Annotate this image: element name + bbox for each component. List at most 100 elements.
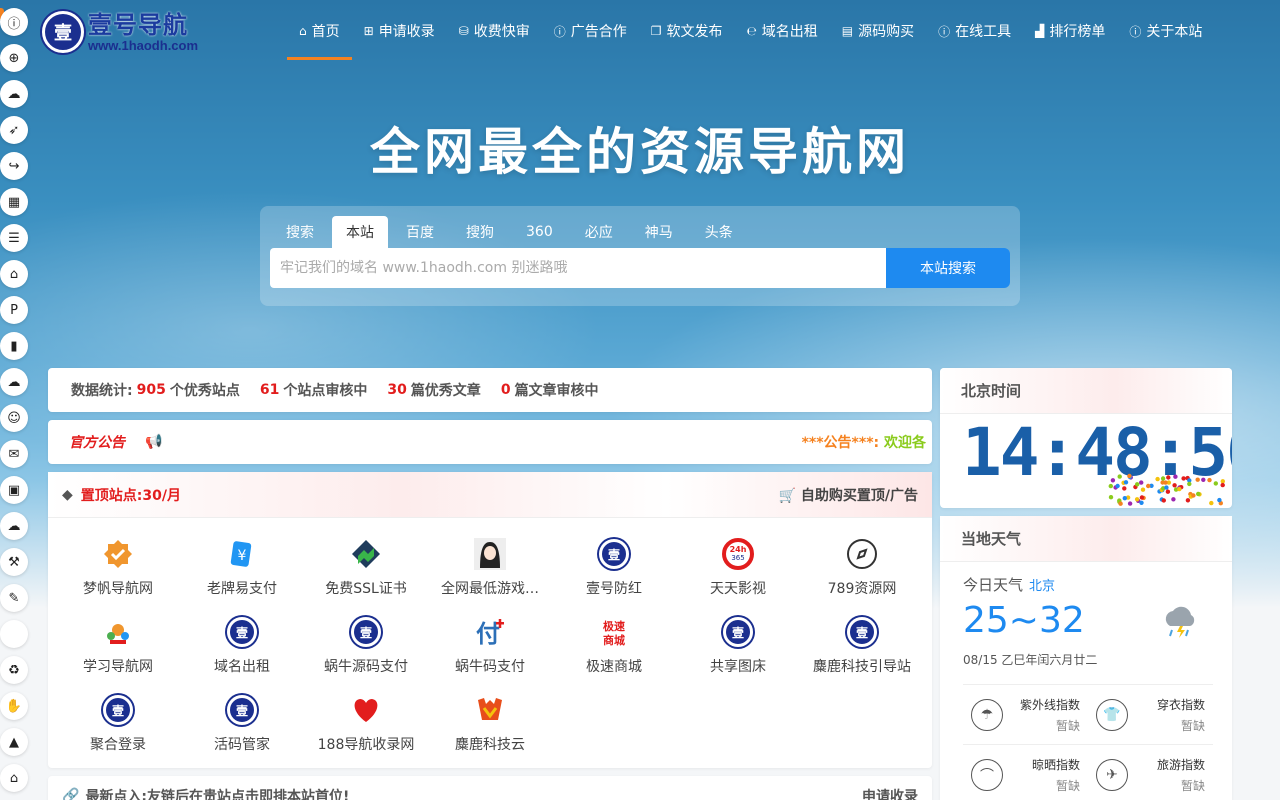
particle bbox=[1166, 490, 1170, 494]
site-item[interactable]: 极速商城极速商城 bbox=[552, 612, 676, 690]
weather-index: ☂紫外线指数暂缺 bbox=[963, 684, 1088, 744]
coins-icon: ⛁ bbox=[459, 24, 469, 38]
site-name: 麋鹿科技云 bbox=[455, 734, 525, 754]
clock-title: 北京时间 bbox=[940, 368, 1232, 414]
cloud-download-icon[interactable]: ☁ bbox=[0, 368, 28, 396]
site-logo[interactable]: 壹 壹号导航 www.1haodh.com bbox=[42, 11, 198, 53]
particle bbox=[1122, 486, 1126, 490]
nav-item-apply[interactable]: ⊞申请收录 bbox=[352, 0, 447, 62]
blank-icon[interactable] bbox=[0, 620, 28, 648]
weather-index-name: 紫外线指数 bbox=[1020, 696, 1080, 713]
bank-icon-2[interactable]: ⌂ bbox=[0, 764, 28, 792]
paypal-icon[interactable]: P bbox=[0, 296, 28, 324]
weather-index-text: 穿衣指数暂缺 bbox=[1157, 696, 1205, 734]
particle bbox=[1172, 483, 1176, 487]
self-buy-link[interactable]: 🛒 自助购买置顶/广告 bbox=[779, 485, 918, 505]
site-item[interactable]: 188导航收录网 bbox=[304, 690, 428, 768]
site-item[interactable]: 789资源网 bbox=[800, 534, 924, 612]
weather-index-value: 暂缺 bbox=[1157, 717, 1205, 734]
recycle-icon[interactable]: ♻ bbox=[0, 656, 28, 684]
site-item[interactable]: 壹蜗牛源码支付 bbox=[304, 612, 428, 690]
apply-link[interactable]: 申请收录 bbox=[862, 786, 918, 800]
handshake-icon[interactable]: ✋ bbox=[0, 692, 28, 720]
1haodh-logo-icon: 壹 bbox=[598, 538, 630, 570]
search-tab-bing[interactable]: 必应 bbox=[571, 216, 627, 248]
notice-marquee[interactable]: ***公告***: 欢迎各 bbox=[802, 432, 926, 452]
comments-icon[interactable]: ✉ bbox=[0, 440, 28, 468]
copy-icon: ❐ bbox=[651, 24, 662, 38]
site-item[interactable]: 壹活码管家 bbox=[180, 690, 304, 768]
stats-label: 数据统计: bbox=[71, 380, 133, 400]
weather-city[interactable]: 北京 bbox=[1029, 579, 1055, 594]
pinned-sites-panel: ◆ 置顶站点:30/月 🛒 自助购买置顶/广告 梦帆导航网¥老牌易支付免费SSL… bbox=[48, 472, 932, 768]
lock-icon[interactable]: ▲ bbox=[0, 728, 28, 756]
cloud-icon-2[interactable]: ☁ bbox=[0, 512, 28, 540]
book-icon[interactable]: ▮ bbox=[0, 332, 28, 360]
hammer-icon[interactable]: ⚒ bbox=[0, 548, 28, 576]
site-item[interactable]: 全网最低游戏… bbox=[428, 534, 552, 612]
search-tabs: 搜索 本站 百度 搜狗 360 必应 神马 头条 bbox=[272, 216, 751, 248]
site-item[interactable]: 壹壹号防红 bbox=[552, 534, 676, 612]
nav-item-source-code[interactable]: ▤源码购买 bbox=[830, 0, 926, 62]
nav-item-ranking[interactable]: ▟排行榜单 bbox=[1023, 0, 1117, 62]
pending-articles-count: 0 bbox=[501, 382, 511, 398]
site-item[interactable]: 24h365天天影视 bbox=[676, 534, 800, 612]
nav-item-domain-rent[interactable]: ℮域名出租 bbox=[735, 0, 830, 62]
clock-particles bbox=[940, 414, 1232, 508]
nav-item-home[interactable]: ⌂首页 bbox=[287, 0, 352, 62]
site-item[interactable]: 壹聚合登录 bbox=[56, 690, 180, 768]
search-button[interactable]: 本站搜索 bbox=[886, 248, 1010, 288]
particle bbox=[1118, 474, 1122, 478]
users-icon[interactable]: ☺ bbox=[0, 404, 28, 432]
weather-index-value: 暂缺 bbox=[1032, 777, 1080, 794]
bank-icon[interactable]: ⌂ bbox=[0, 260, 28, 288]
search-tab-360[interactable]: 360 bbox=[512, 216, 567, 248]
nav-label: 软文发布 bbox=[667, 21, 723, 41]
search-tab-sogou[interactable]: 搜狗 bbox=[452, 216, 508, 248]
archive-icon[interactable]: ▣ bbox=[0, 476, 28, 504]
particle bbox=[1217, 498, 1221, 502]
search-tab-shenma[interactable]: 神马 bbox=[631, 216, 687, 248]
hero-title: 全网最全的资源导航网 bbox=[0, 112, 1280, 184]
site-item[interactable]: 壹共享图床 bbox=[676, 612, 800, 690]
logo-text: 壹号导航 www.1haodh.com bbox=[88, 13, 198, 52]
site-item[interactable]: 学习导航网 bbox=[56, 612, 180, 690]
search-tab-baidu[interactable]: 百度 bbox=[392, 216, 448, 248]
notice-text: 欢迎各 bbox=[884, 435, 926, 451]
site-item[interactable]: 付蜗牛码支付 bbox=[428, 612, 552, 690]
svg-text:24h: 24h bbox=[730, 545, 747, 554]
wrench-icon[interactable]: ✎ bbox=[0, 584, 28, 612]
cloud-icon[interactable]: ☁ bbox=[0, 80, 28, 108]
search-input[interactable] bbox=[270, 248, 886, 288]
database-icon[interactable]: ☰ bbox=[0, 224, 28, 252]
nav-item-fast-review[interactable]: ⛁收费快审 bbox=[447, 0, 542, 62]
site-item[interactable]: 梦帆导航网 bbox=[56, 534, 180, 612]
notice-prefix: ***公告***: bbox=[802, 435, 880, 451]
nav-item-tools[interactable]: ⓘ在线工具 bbox=[926, 0, 1023, 62]
site-item[interactable]: 麋鹿科技云 bbox=[428, 690, 552, 768]
site-item[interactable]: ¥老牌易支付 bbox=[180, 534, 304, 612]
weather-today-label: 今日天气 bbox=[963, 576, 1023, 594]
sites-count: 905 bbox=[137, 382, 166, 398]
particle bbox=[1140, 495, 1144, 499]
site-name: 免费SSL证书 bbox=[325, 578, 407, 598]
sites-count-text: 个优秀站点 bbox=[170, 380, 240, 400]
cart-icon: 🛒 bbox=[779, 488, 796, 504]
nav-item-ads[interactable]: ⓘ广告合作 bbox=[542, 0, 639, 62]
nav-item-articles[interactable]: ❐ 软文发布 bbox=[639, 0, 735, 62]
articles-count-text: 篇优秀文章 bbox=[411, 380, 481, 400]
site-item[interactable]: 壹麋鹿科技引导站 bbox=[800, 612, 924, 690]
latest-title: 最新点入:友链后在贵站点击即排本站首位! bbox=[85, 786, 349, 800]
1haodh-logo-icon: 壹 bbox=[846, 616, 878, 648]
film-icon[interactable]: ▦ bbox=[0, 188, 28, 216]
pending-articles-count-text: 篇文章审核中 bbox=[515, 380, 599, 400]
particle bbox=[1201, 478, 1205, 482]
site-name: 麋鹿科技引导站 bbox=[813, 656, 911, 676]
nav-item-about[interactable]: ⓘ关于本站 bbox=[1117, 0, 1214, 62]
1haodh-logo-icon: 壹 bbox=[722, 616, 754, 648]
nav-label: 首页 bbox=[312, 21, 340, 41]
search-tab-toutiao[interactable]: 头条 bbox=[691, 216, 747, 248]
search-tab-site[interactable]: 本站 bbox=[332, 216, 388, 248]
site-item[interactable]: 免费SSL证书 bbox=[304, 534, 428, 612]
site-item[interactable]: 壹域名出租 bbox=[180, 612, 304, 690]
